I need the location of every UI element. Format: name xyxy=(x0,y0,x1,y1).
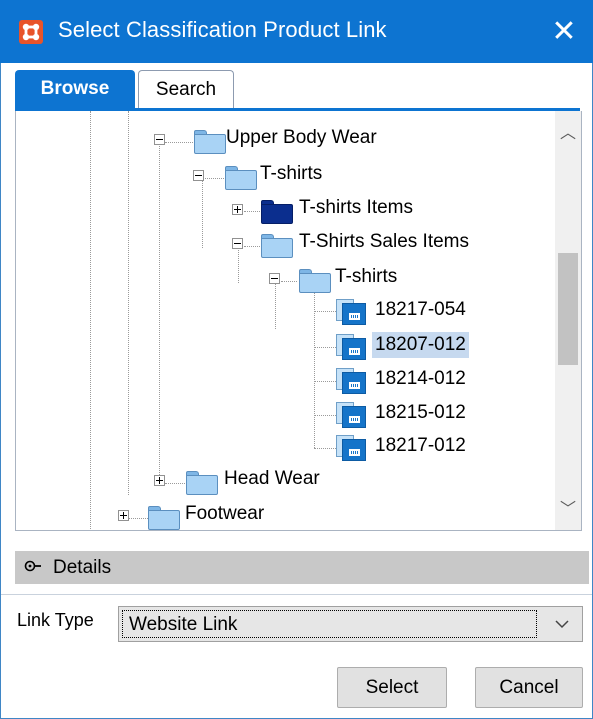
tree-node[interactable]: T-shirts xyxy=(16,163,556,193)
folder-dark-icon xyxy=(261,200,293,224)
tab-browse[interactable]: Browse xyxy=(15,70,135,109)
link-type-focus-rect: Website Link xyxy=(122,610,537,638)
tab-search[interactable]: Search xyxy=(138,70,234,109)
dialog-body: Browse Search Upper Body Wear T-shirts T… xyxy=(0,63,593,719)
window-title: Select Classification Product Link xyxy=(58,17,387,42)
tree-node[interactable]: 18207-012 xyxy=(16,332,556,362)
expand-details-icon[interactable] xyxy=(23,558,49,578)
folder-icon xyxy=(186,471,218,495)
tree-node[interactable]: T-shirts xyxy=(16,266,556,296)
expand-icon[interactable] xyxy=(118,510,129,521)
tree-node[interactable]: T-shirts Items xyxy=(16,197,556,227)
tree-node[interactable]: 18214-012 xyxy=(16,366,556,396)
cancel-button[interactable]: Cancel xyxy=(475,667,583,708)
scroll-down-icon[interactable]: ﹀ xyxy=(555,495,581,525)
chevron-down-icon[interactable] xyxy=(542,607,582,641)
product-icon xyxy=(336,435,366,461)
scroll-up-icon[interactable]: ︿ xyxy=(555,119,581,149)
tree-pane: Upper Body Wear T-shirts T-shirts Items … xyxy=(15,111,582,531)
collapse-icon[interactable] xyxy=(154,134,165,145)
details-section[interactable]: Details xyxy=(15,551,589,584)
classification-tree[interactable]: Upper Body Wear T-shirts T-shirts Items … xyxy=(16,111,556,530)
tree-node[interactable]: Head Wear xyxy=(16,468,556,498)
close-button[interactable]: ✕ xyxy=(535,0,593,63)
collapse-icon[interactable] xyxy=(232,238,243,249)
tree-node-label: 18214-012 xyxy=(375,368,466,389)
details-label: Details xyxy=(53,557,112,578)
folder-icon xyxy=(299,269,331,293)
collapse-icon[interactable] xyxy=(269,273,280,284)
select-button[interactable]: Select xyxy=(337,667,447,708)
collapse-icon[interactable] xyxy=(193,170,204,181)
folder-icon xyxy=(261,234,293,258)
tree-node-label: T-Shirts Sales Items xyxy=(299,231,469,252)
folder-icon xyxy=(148,506,180,530)
product-icon xyxy=(336,299,366,325)
tree-node-label: T-shirts xyxy=(260,163,323,184)
close-icon: ✕ xyxy=(551,14,577,49)
stibo-grid-icon xyxy=(19,20,43,44)
product-icon xyxy=(336,402,366,428)
tree-node[interactable]: T-Shirts Sales Items xyxy=(16,231,556,261)
tree-node-label: T-shirts Items xyxy=(299,197,414,218)
product-icon xyxy=(336,334,366,360)
tree-node-label: 18217-012 xyxy=(375,435,466,456)
link-type-label: Link Type xyxy=(17,610,94,630)
tree-node-label: T-shirts xyxy=(335,266,398,287)
tree-node[interactable]: Footwear xyxy=(16,503,556,530)
tree-node[interactable]: 18217-012 xyxy=(16,433,556,463)
tree-node-label: Head Wear xyxy=(224,468,320,489)
plus-icon xyxy=(232,204,243,215)
tree-node-label: 18217-054 xyxy=(375,299,466,320)
link-type-select[interactable]: Website Link xyxy=(118,606,583,642)
tree-node[interactable]: 18217-054 xyxy=(16,297,556,327)
product-icon xyxy=(336,368,366,394)
tree-node-label: Upper Body Wear xyxy=(226,127,377,148)
tree-scrollbar[interactable]: ︿ ﹀ xyxy=(555,111,581,530)
link-type-value: Website Link xyxy=(129,614,238,635)
tree-node-label: Footwear xyxy=(185,503,265,524)
tree-node[interactable]: Upper Body Wear xyxy=(16,127,556,157)
tree-node-label: 18215-012 xyxy=(375,402,466,423)
tree-node[interactable]: 18215-012 xyxy=(16,400,556,430)
title-bar: Select Classification Product Link ✕ xyxy=(0,0,593,63)
divider xyxy=(1,594,592,595)
scroll-thumb[interactable] xyxy=(558,253,578,365)
folder-icon xyxy=(194,130,226,154)
expand-icon[interactable] xyxy=(154,475,165,486)
folder-icon xyxy=(225,166,257,190)
tree-node-label-selected: 18207-012 xyxy=(372,332,469,358)
